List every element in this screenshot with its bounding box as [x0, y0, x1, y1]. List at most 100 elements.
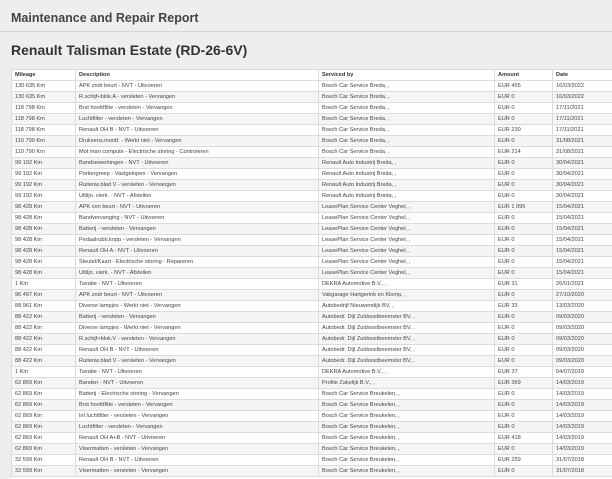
table-row: 88 422 Km Batterij - versleten - Vervange…	[11, 311, 612, 323]
table-row: 88 422 Km Diverse lampjes - Werkt niet - …	[11, 322, 612, 334]
cell-amount: EUR 230	[494, 124, 553, 136]
cell-serviced-by: Vakgarage Hartgerink en Klomp, ,	[318, 289, 495, 301]
cell-date: 09/03/2020	[552, 355, 612, 367]
cell-serviced-by: Autobedr. Dijl Zuidoostbeemster BV, ,	[318, 311, 495, 323]
cell-mileage: 110 790 Km	[11, 135, 76, 147]
table-row: 62 869 Km Inl luchtfilter - versleten - V…	[11, 410, 612, 422]
cell-date: 14/03/2019	[552, 421, 612, 433]
cell-mileage: 110 790 Km	[11, 146, 76, 158]
cell-mileage: 98 428 Km	[11, 267, 76, 279]
cell-amount: EUR 1 095	[494, 201, 553, 213]
cell-amount: EUR 0	[494, 113, 553, 125]
cell-description: Taxatie - NVT - Uitvoeren	[75, 278, 319, 290]
cell-date: 31/08/2021	[552, 146, 612, 158]
cell-date: 30/04/2021	[552, 157, 612, 169]
cell-date: 31/07/2018	[552, 465, 612, 477]
cell-description: Diverse lampjes - Werkt niet - Vervangen	[75, 300, 319, 312]
cell-date: 09/03/2020	[552, 333, 612, 345]
maintenance-table-container[interactable]: Mileage Description Serviced by Amount D…	[11, 69, 612, 479]
cell-mileage: 1 Km	[11, 278, 76, 290]
cell-serviced-by: Renault Auto Industrij Breda, ,	[318, 190, 495, 202]
column-header-date: Date	[552, 69, 612, 81]
cell-serviced-by: Bosch Car Service Breda, ,	[318, 80, 495, 92]
cell-date: 17/11/2021	[552, 113, 612, 125]
table-row: 118 798 Km Renault OH B - NVT - Uitvoeren…	[11, 124, 612, 136]
cell-description: Renault OH A - NVT - Uitvoeren	[75, 245, 319, 257]
table-row: 62 869 Km Banden - NVT - Uitvoeren Profile…	[11, 377, 612, 389]
cell-serviced-by: Bosch Car Service Breukelen, ,	[318, 399, 495, 411]
cell-date: 16/03/2022	[552, 80, 612, 92]
report-page: Maintenance and Repair Report Renault Ta…	[0, 0, 612, 479]
cell-amount: EUR 0	[494, 245, 553, 257]
cell-date: 17/11/2021	[552, 102, 612, 114]
cell-description: Luchtfilter - versleten - Vervangen	[75, 113, 319, 125]
table-row: 88 422 Km Renault OH B - NVT - Uitvoeren A…	[11, 344, 612, 356]
cell-serviced-by: Bosch Car Service Breda, ,	[318, 146, 495, 158]
cell-mileage: 130 635 Km	[11, 80, 76, 92]
cell-mileage: 130 635 Km	[11, 91, 76, 103]
column-header-amount: Amount	[494, 69, 553, 81]
cell-date: 15/04/2021	[552, 256, 612, 268]
cell-mileage: 62 869 Km	[11, 432, 76, 444]
cell-description: Portiergreep - Vastgelopen - Vervangen	[75, 168, 319, 180]
cell-serviced-by: LeasePlan Service Center Veghel, ,	[318, 245, 495, 257]
cell-date: 15/04/2021	[552, 212, 612, 224]
cell-date: 27/10/2020	[552, 289, 612, 301]
cell-description: Batterij - Electrische storing - Vervang…	[75, 388, 319, 400]
cell-description: Renault OH B - NVT - Uitvoeren	[75, 124, 319, 136]
cell-date: 31/07/2018	[552, 454, 612, 466]
table-row: 88 422 Km Ruitenw.blad V - versleten - Ve…	[11, 355, 612, 367]
cell-serviced-by: Bosch Car Service Breukelen, ,	[318, 465, 495, 477]
table-row: 98 428 Km Bandvervanging - NVT - Uitvoere…	[11, 212, 612, 224]
cell-description: Diverse lampjes - Werkt niet - Vervangen	[75, 322, 319, 334]
cell-mileage: 98 428 Km	[11, 212, 76, 224]
column-header-description: Description	[75, 69, 319, 81]
cell-amount: EUR 214	[494, 146, 553, 158]
cell-serviced-by: Profile Zakelijk B.V., ,	[318, 377, 495, 389]
cell-amount: EUR 0	[494, 311, 553, 323]
table-row: 62 869 Km Batterij - Electrische storing …	[11, 388, 612, 400]
cell-amount: EUR 33	[494, 300, 553, 312]
cell-description: Renault OH B - NVT - Uitvoeren	[75, 454, 319, 466]
table-row: 88 422 Km R.schijf+blok.V - versleten - V…	[11, 333, 612, 345]
cell-amount: EUR 369	[494, 377, 553, 389]
cell-date: 15/04/2021	[552, 201, 612, 213]
cell-serviced-by: DEKRA Automotive B.V., ,	[318, 366, 495, 378]
cell-serviced-by: LeasePlan Service Center Veghel, ,	[318, 223, 495, 235]
cell-date: 15/04/2021	[552, 223, 612, 235]
table-row: 62 869 Km Renault OH A+B - NVT - Uitvoere…	[11, 432, 612, 444]
cell-date: 16/03/2022	[552, 91, 612, 103]
cell-mileage: 32 599 Km	[11, 454, 76, 466]
cell-serviced-by: Bosch Car Service Breukelen, ,	[318, 410, 495, 422]
cell-mileage: 62 869 Km	[11, 443, 76, 455]
cell-description: Ruitenw.blad V - versleten - Vervangen	[75, 355, 319, 367]
cell-date: 14/03/2019	[552, 410, 612, 422]
cell-date: 30/04/2021	[552, 190, 612, 202]
cell-mileage: 98 428 Km	[11, 234, 76, 246]
table-row: 98 428 Km Pedaalrubb.kopp - versleten - V…	[11, 234, 612, 246]
cell-description: Bandvervanging - NVT - Uitvoeren	[75, 212, 319, 224]
table-row: 96 497 Km APK zndr beurt - NVT - Uitvoere…	[11, 289, 612, 301]
cell-description: Batterij - versleten - Vervangen	[75, 311, 319, 323]
cell-date: 13/03/2020	[552, 300, 612, 312]
cell-description: R.schijf+blok.V - versleten - Vervangen	[75, 333, 319, 345]
cell-amount: EUR 455	[494, 80, 553, 92]
cell-amount: EUR 0	[494, 102, 553, 114]
cell-serviced-by: Bosch Car Service Breda, ,	[318, 113, 495, 125]
cell-date: 14/03/2019	[552, 377, 612, 389]
table-row: 98 428 Km APK con beurt - NVT - Uitvoeren…	[11, 201, 612, 213]
cell-description: Mot man compute - Electrische storing - …	[75, 146, 319, 158]
cell-mileage: 88 961 Km	[11, 300, 76, 312]
cell-description: Uitlijn. vierk. - NVT - Afstellen	[75, 267, 319, 279]
table-row: 62 869 Km Brst hoofdfilte - versleten - V…	[11, 399, 612, 411]
cell-description: Visermatten - versleten - Vervangen	[75, 443, 319, 455]
cell-amount: EUR 37	[494, 366, 553, 378]
report-title: Maintenance and Repair Report	[11, 11, 199, 25]
cell-mileage: 1 Km	[11, 366, 76, 378]
cell-date: 14/03/2019	[552, 432, 612, 444]
cell-serviced-by: Bosch Car Service Breukelen, ,	[318, 421, 495, 433]
cell-serviced-by: Bosch Car Service Breda, ,	[318, 102, 495, 114]
cell-mileage: 62 869 Km	[11, 421, 76, 433]
table-row: 118 798 Km Brst hoofdfilte - versleten - …	[11, 102, 612, 114]
cell-amount: EUR 0	[494, 157, 553, 169]
